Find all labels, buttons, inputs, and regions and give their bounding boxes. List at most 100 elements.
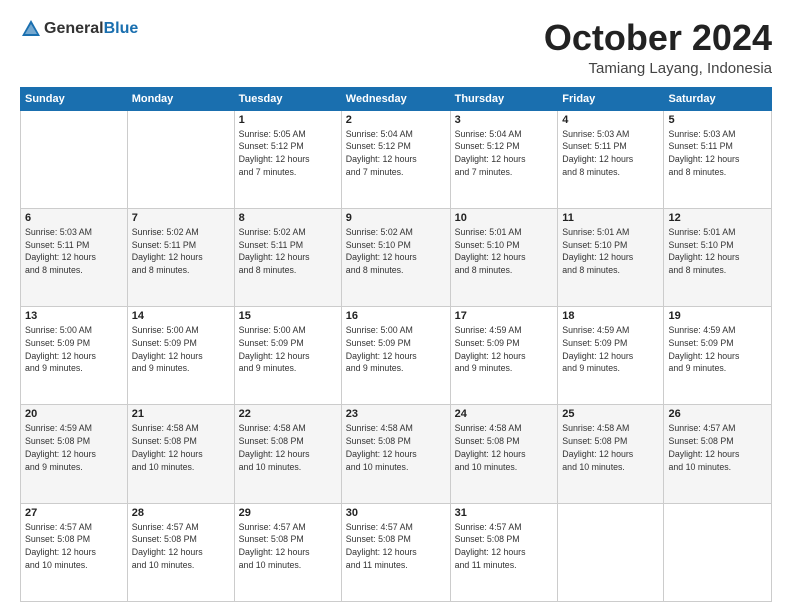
day-number: 10 <box>455 212 554 224</box>
day-number: 17 <box>455 310 554 322</box>
table-row: 5 Sunrise: 5:03 AM Sunset: 5:11 PM Daylig… <box>664 110 772 208</box>
day-number: 23 <box>346 408 446 420</box>
day-info: Sunrise: 5:00 AM Sunset: 5:09 PM Dayligh… <box>132 324 230 375</box>
table-row: 31 Sunrise: 4:57 AM Sunset: 5:08 PM Dayli… <box>450 503 558 601</box>
table-row: 6 Sunrise: 5:03 AM Sunset: 5:11 PM Daylig… <box>21 208 128 306</box>
day-info: Sunrise: 4:58 AM Sunset: 5:08 PM Dayligh… <box>239 422 337 473</box>
table-row: 7 Sunrise: 5:02 AM Sunset: 5:11 PM Daylig… <box>127 208 234 306</box>
day-info: Sunrise: 4:58 AM Sunset: 5:08 PM Dayligh… <box>346 422 446 473</box>
day-number: 30 <box>346 507 446 519</box>
table-row: 16 Sunrise: 5:00 AM Sunset: 5:09 PM Dayli… <box>341 307 450 405</box>
table-row: 18 Sunrise: 4:59 AM Sunset: 5:09 PM Dayli… <box>558 307 664 405</box>
logo-general-text: General <box>44 20 104 38</box>
table-row: 10 Sunrise: 5:01 AM Sunset: 5:10 PM Dayli… <box>450 208 558 306</box>
day-info: Sunrise: 4:59 AM Sunset: 5:09 PM Dayligh… <box>455 324 554 375</box>
table-row: 8 Sunrise: 5:02 AM Sunset: 5:11 PM Daylig… <box>234 208 341 306</box>
day-info: Sunrise: 4:59 AM Sunset: 5:09 PM Dayligh… <box>562 324 659 375</box>
day-number: 31 <box>455 507 554 519</box>
day-info: Sunrise: 5:02 AM Sunset: 5:11 PM Dayligh… <box>132 226 230 277</box>
day-number: 9 <box>346 212 446 224</box>
calendar-week-row: 20Sunrise: 4:59 AM Sunset: 5:08 PM Dayli… <box>21 405 772 503</box>
col-tuesday: Tuesday <box>234 87 341 110</box>
col-thursday: Thursday <box>450 87 558 110</box>
day-info: Sunrise: 4:58 AM Sunset: 5:08 PM Dayligh… <box>455 422 554 473</box>
table-row: 1Sunrise: 5:05 AM Sunset: 5:12 PM Daylig… <box>234 110 341 208</box>
table-row: 21Sunrise: 4:58 AM Sunset: 5:08 PM Dayli… <box>127 405 234 503</box>
day-info: Sunrise: 4:58 AM Sunset: 5:08 PM Dayligh… <box>562 422 659 473</box>
table-row <box>558 503 664 601</box>
day-info: Sunrise: 4:59 AM Sunset: 5:09 PM Dayligh… <box>668 324 767 375</box>
table-row: 17 Sunrise: 4:59 AM Sunset: 5:09 PM Dayli… <box>450 307 558 405</box>
col-saturday: Saturday <box>664 87 772 110</box>
table-row: 25 Sunrise: 4:58 AM Sunset: 5:08 PM Dayli… <box>558 405 664 503</box>
day-number: 26 <box>668 408 767 420</box>
day-number: 13 <box>25 310 123 322</box>
day-info: Sunrise: 5:03 AM Sunset: 5:11 PM Dayligh… <box>668 128 767 179</box>
day-number: 29 <box>239 507 337 519</box>
day-info: Sunrise: 5:04 AM Sunset: 5:12 PM Dayligh… <box>455 128 554 179</box>
day-number: 8 <box>239 212 337 224</box>
logo-icon <box>20 18 42 40</box>
calendar-table: Sunday Monday Tuesday Wednesday Thursday… <box>20 87 772 602</box>
day-number: 4 <box>562 114 659 126</box>
header: GeneralBlue October 2024 Tamiang Layang,… <box>20 18 772 77</box>
day-number: 18 <box>562 310 659 322</box>
table-row: 19Sunrise: 4:59 AM Sunset: 5:09 PM Dayli… <box>664 307 772 405</box>
day-number: 14 <box>132 310 230 322</box>
table-row: 4 Sunrise: 5:03 AM Sunset: 5:11 PM Daylig… <box>558 110 664 208</box>
calendar-week-row: 6 Sunrise: 5:03 AM Sunset: 5:11 PM Daylig… <box>21 208 772 306</box>
table-row <box>127 110 234 208</box>
table-row: 3Sunrise: 5:04 AM Sunset: 5:12 PM Daylig… <box>450 110 558 208</box>
day-info: Sunrise: 5:05 AM Sunset: 5:12 PM Dayligh… <box>239 128 337 179</box>
table-row: 9 Sunrise: 5:02 AM Sunset: 5:10 PM Daylig… <box>341 208 450 306</box>
day-info: Sunrise: 4:57 AM Sunset: 5:08 PM Dayligh… <box>455 521 554 572</box>
day-info: Sunrise: 5:04 AM Sunset: 5:12 PM Dayligh… <box>346 128 446 179</box>
table-row: 14 Sunrise: 5:00 AM Sunset: 5:09 PM Dayli… <box>127 307 234 405</box>
day-info: Sunrise: 5:01 AM Sunset: 5:10 PM Dayligh… <box>455 226 554 277</box>
table-row: 27 Sunrise: 4:57 AM Sunset: 5:08 PM Dayli… <box>21 503 128 601</box>
day-number: 2 <box>346 114 446 126</box>
location-subtitle: Tamiang Layang, Indonesia <box>544 60 772 77</box>
table-row: 30Sunrise: 4:57 AM Sunset: 5:08 PM Dayli… <box>341 503 450 601</box>
day-info: Sunrise: 4:57 AM Sunset: 5:08 PM Dayligh… <box>668 422 767 473</box>
day-info: Sunrise: 5:01 AM Sunset: 5:10 PM Dayligh… <box>562 226 659 277</box>
day-info: Sunrise: 5:00 AM Sunset: 5:09 PM Dayligh… <box>239 324 337 375</box>
table-row: 12 Sunrise: 5:01 AM Sunset: 5:10 PM Dayli… <box>664 208 772 306</box>
table-row: 20Sunrise: 4:59 AM Sunset: 5:08 PM Dayli… <box>21 405 128 503</box>
day-number: 12 <box>668 212 767 224</box>
day-info: Sunrise: 4:57 AM Sunset: 5:08 PM Dayligh… <box>25 521 123 572</box>
table-row <box>21 110 128 208</box>
col-friday: Friday <box>558 87 664 110</box>
table-row: 13Sunrise: 5:00 AM Sunset: 5:09 PM Dayli… <box>21 307 128 405</box>
table-row: 2 Sunrise: 5:04 AM Sunset: 5:12 PM Daylig… <box>341 110 450 208</box>
day-number: 15 <box>239 310 337 322</box>
day-info: Sunrise: 4:57 AM Sunset: 5:08 PM Dayligh… <box>239 521 337 572</box>
day-number: 11 <box>562 212 659 224</box>
col-monday: Monday <box>127 87 234 110</box>
table-row: 23 Sunrise: 4:58 AM Sunset: 5:08 PM Dayli… <box>341 405 450 503</box>
day-number: 5 <box>668 114 767 126</box>
day-info: Sunrise: 5:01 AM Sunset: 5:10 PM Dayligh… <box>668 226 767 277</box>
day-info: Sunrise: 5:00 AM Sunset: 5:09 PM Dayligh… <box>346 324 446 375</box>
day-number: 16 <box>346 310 446 322</box>
table-row: 22Sunrise: 4:58 AM Sunset: 5:08 PM Dayli… <box>234 405 341 503</box>
day-info: Sunrise: 5:02 AM Sunset: 5:11 PM Dayligh… <box>239 226 337 277</box>
table-row: 26 Sunrise: 4:57 AM Sunset: 5:08 PM Dayli… <box>664 405 772 503</box>
day-number: 28 <box>132 507 230 519</box>
day-info: Sunrise: 5:03 AM Sunset: 5:11 PM Dayligh… <box>562 128 659 179</box>
day-number: 21 <box>132 408 230 420</box>
day-info: Sunrise: 4:57 AM Sunset: 5:08 PM Dayligh… <box>132 521 230 572</box>
calendar-header-row: Sunday Monday Tuesday Wednesday Thursday… <box>21 87 772 110</box>
table-row <box>664 503 772 601</box>
col-sunday: Sunday <box>21 87 128 110</box>
day-number: 6 <box>25 212 123 224</box>
day-info: Sunrise: 5:02 AM Sunset: 5:10 PM Dayligh… <box>346 226 446 277</box>
day-number: 20 <box>25 408 123 420</box>
calendar-week-row: 13 Sunrise: 5:00 AM Sunset: 5:09 PM Dayli… <box>21 307 772 405</box>
month-title: October 2024 <box>544 18 772 58</box>
calendar-week-row: 27 Sunrise: 4:57 AM Sunset: 5:08 PM Dayli… <box>21 503 772 601</box>
day-number: 25 <box>562 408 659 420</box>
day-number: 7 <box>132 212 230 224</box>
day-info: Sunrise: 5:03 AM Sunset: 5:11 PM Dayligh… <box>25 226 123 277</box>
day-number: 27 <box>25 507 123 519</box>
